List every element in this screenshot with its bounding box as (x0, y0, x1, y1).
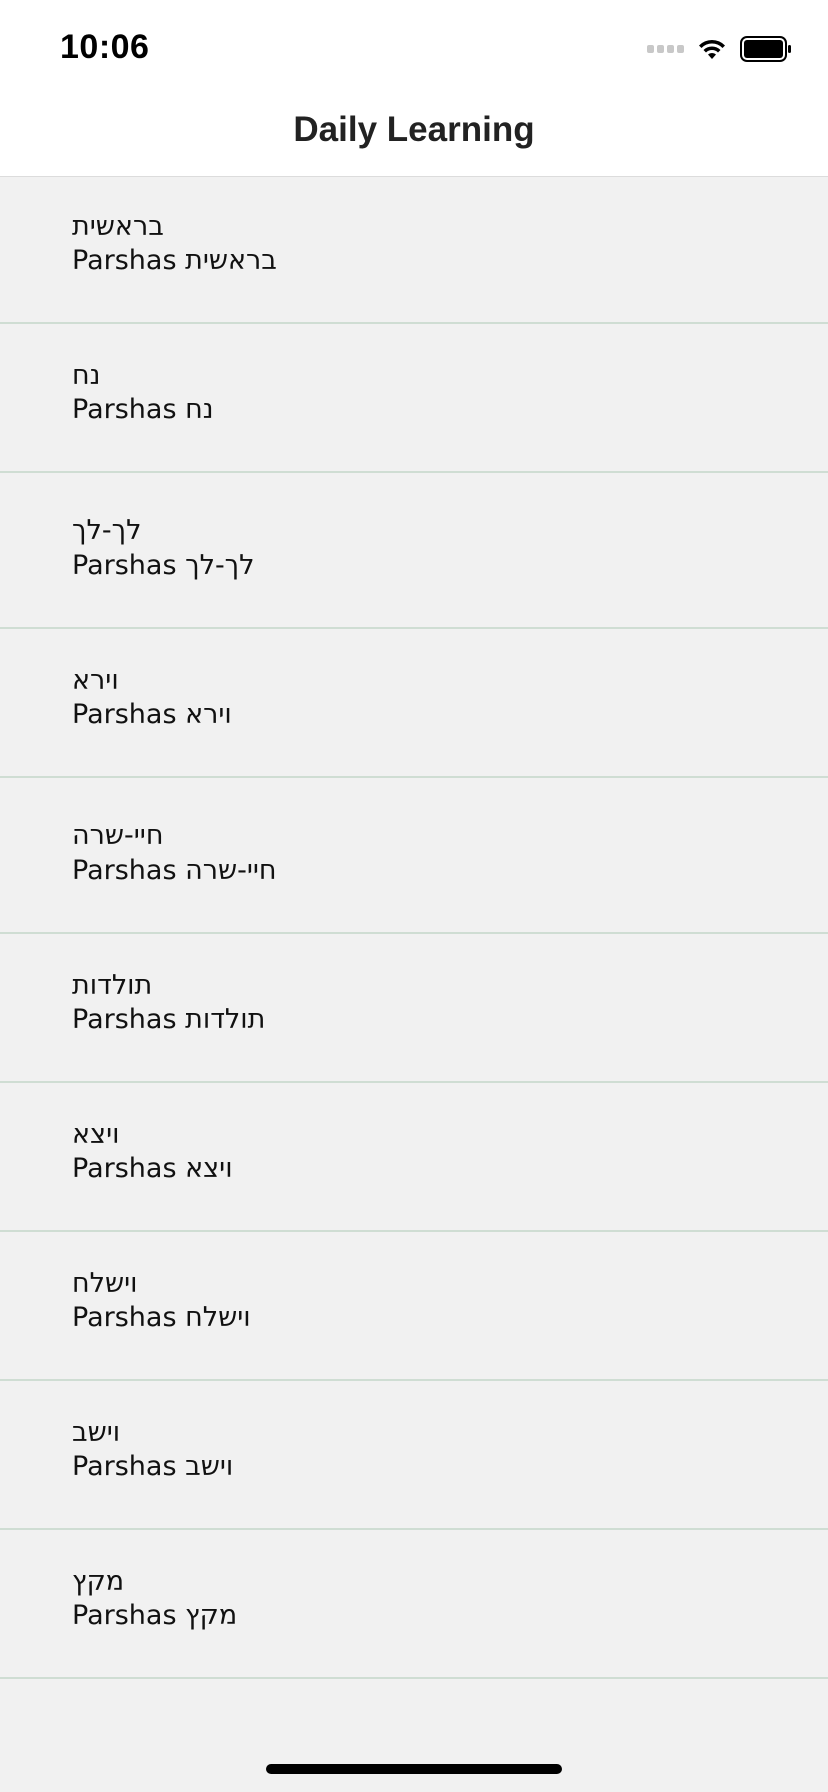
list-item-title: חיי-שרה (72, 820, 164, 851)
status-time: 10:06 (60, 28, 150, 66)
home-indicator[interactable] (266, 1764, 562, 1774)
list-item-subtitle: Parshas מקץ (72, 1600, 238, 1631)
list-item-subtitle: Parshas תולדות (72, 1004, 266, 1035)
list-item-title: ויצא (72, 1119, 120, 1150)
list-item[interactable]: וישלח Parshas וישלח (0, 1232, 828, 1381)
list-item-subtitle: Parshas לך-לך (72, 550, 255, 581)
list-item-subtitle: Parshas נח (72, 394, 214, 425)
list-item-subtitle: Parshas וישב (72, 1451, 234, 1482)
list-item-title: וישלח (72, 1268, 138, 1299)
parsha-list: בראשית Parshas בראשית נח Parshas נח לך-ל… (0, 177, 828, 1679)
status-bar: 10:06 (0, 0, 828, 94)
list-item-title: לך-לך (72, 515, 142, 546)
wifi-icon (699, 39, 725, 59)
list-item[interactable]: חיי-שרה Parshas חיי-שרה (0, 778, 828, 934)
list-item[interactable]: ויצא Parshas ויצא (0, 1083, 828, 1232)
list-item-title: וירא (72, 665, 119, 696)
list-item-title: מקץ (72, 1566, 125, 1597)
battery-icon (740, 36, 791, 62)
list-item[interactable]: מקץ Parshas מקץ (0, 1530, 828, 1679)
list-item-subtitle: Parshas חיי-שרה (72, 855, 277, 886)
list-item-subtitle: Parshas ויצא (72, 1153, 233, 1184)
list-item-title: תולדות (72, 970, 153, 1001)
list-item[interactable]: נח Parshas נח (0, 324, 828, 473)
list-item[interactable]: וירא Parshas וירא (0, 629, 828, 778)
navigation-bar: Daily Learning (0, 94, 828, 177)
list-item-title: וישב (72, 1417, 121, 1448)
list-item[interactable]: תולדות Parshas תולדות (0, 934, 828, 1083)
cellular-signal-icon (647, 45, 684, 53)
list-item-subtitle: Parshas וירא (72, 699, 232, 730)
list-item-subtitle: Parshas וישלח (72, 1302, 251, 1333)
page-title: Daily Learning (293, 110, 535, 149)
status-icons (647, 36, 792, 62)
list-item[interactable]: בראשית Parshas בראשית (0, 177, 828, 324)
list-item[interactable]: לך-לך Parshas לך-לך (0, 473, 828, 629)
list-item-title: בראשית (72, 211, 164, 242)
list-item[interactable]: וישב Parshas וישב (0, 1381, 828, 1530)
list-item-subtitle: Parshas בראשית (72, 245, 277, 276)
list-item-title: נח (72, 360, 101, 391)
